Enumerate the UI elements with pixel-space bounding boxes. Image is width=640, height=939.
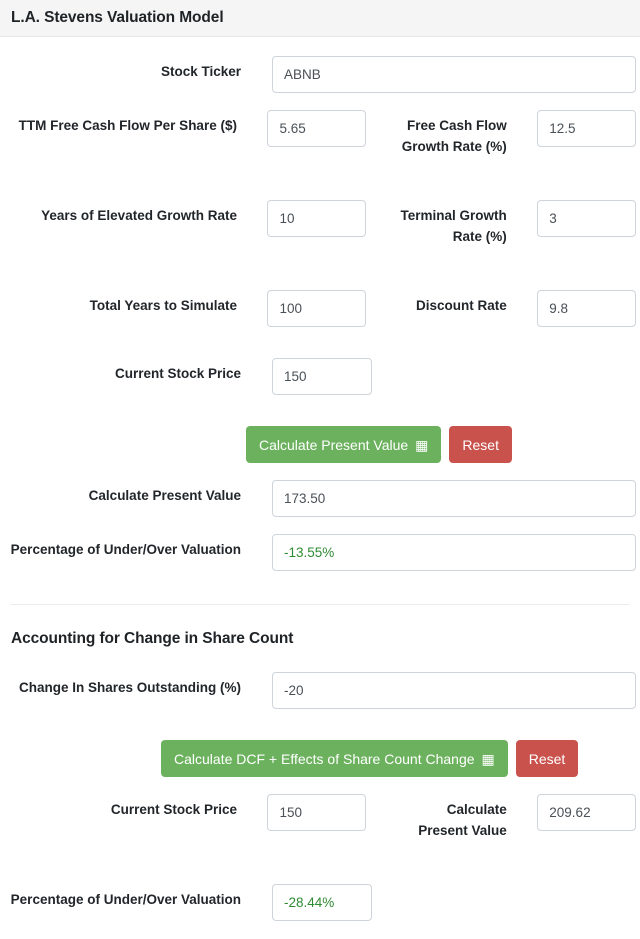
- input-terminal-growth-rate[interactable]: 3: [537, 200, 637, 237]
- card-header: L.A. Stevens Valuation Model: [0, 0, 640, 37]
- label-current-stock-price: Current Stock Price: [114, 366, 241, 381]
- input-share-count-current-stock-price[interactable]: 150: [267, 794, 367, 831]
- page-title: L.A. Stevens Valuation Model: [11, 9, 224, 26]
- input-ttm-fcf-per-share[interactable]: 5.65: [267, 110, 367, 147]
- output-share-count-percentage-valuation[interactable]: -28.44%: [272, 884, 372, 921]
- row-current-stock-price: Current Stock Price 150: [0, 358, 640, 395]
- input-years-elevated-growth[interactable]: 10: [267, 200, 367, 237]
- calculate-present-value-button[interactable]: Calculate Present Value ▦: [246, 426, 442, 463]
- label-change-in-shares-outstanding: Change In Shares Outstanding (%): [18, 680, 241, 695]
- input-stock-ticker[interactable]: ABNB: [272, 56, 636, 93]
- row-total-years: Total Years to Simulate 100 Discount Rat…: [0, 290, 640, 327]
- input-total-years-to-simulate[interactable]: 100: [267, 290, 367, 327]
- reset-button-primary[interactable]: Reset: [449, 426, 512, 463]
- row-change-in-shares: Change In Shares Outstanding (%) -20: [0, 672, 640, 709]
- primary-button-row: Calculate Present Value ▦ Reset: [0, 426, 640, 463]
- label-share-count-current-stock-price: Current Stock Price: [110, 802, 237, 817]
- label-share-count-present-value: Calculate Present Value: [418, 802, 507, 838]
- row-ttm-fcf: TTM Free Cash Flow Per Share ($) 5.65 Fr…: [0, 110, 640, 157]
- label-terminal-growth-rate: Terminal Growth Rate (%): [400, 208, 507, 244]
- calculate-present-value-button-label: Calculate Present Value: [259, 436, 409, 453]
- section-divider: [10, 604, 630, 605]
- row-result-percentage: Percentage of Under/Over Valuation -13.5…: [0, 534, 640, 571]
- reset-button-share-count[interactable]: Reset: [515, 740, 579, 777]
- calculate-dcf-share-count-button[interactable]: Calculate DCF + Effects of Share Count C…: [161, 740, 508, 777]
- input-change-in-shares-outstanding[interactable]: -20: [272, 672, 636, 709]
- row-result-present-value: Calculate Present Value 173.50: [0, 480, 640, 517]
- share-count-button-row: Calculate DCF + Effects of Share Count C…: [0, 740, 640, 777]
- input-discount-rate[interactable]: 9.8: [537, 290, 637, 327]
- valuation-model-app: L.A. Stevens Valuation Model Stock Ticke…: [0, 0, 640, 939]
- label-share-count-percentage-valuation: Percentage of Under/Over Valuation: [10, 892, 241, 907]
- label-result-percentage-valuation: Percentage of Under/Over Valuation: [10, 542, 241, 557]
- output-percentage-valuation[interactable]: -13.55%: [272, 534, 636, 571]
- abacus-icon: ▦: [481, 750, 495, 767]
- input-fcf-growth-rate[interactable]: 12.5: [537, 110, 637, 147]
- row-share-count-price-and-pv: Current Stock Price 150 Calculate Presen…: [0, 794, 640, 841]
- row-stock-ticker: Stock Ticker ABNB: [0, 56, 640, 93]
- label-years-elevated-growth: Years of Elevated Growth Rate: [41, 208, 237, 223]
- label-total-years-to-simulate: Total Years to Simulate: [89, 298, 237, 313]
- input-current-stock-price[interactable]: 150: [272, 358, 372, 395]
- section-title-share-count: Accounting for Change in Share Count: [11, 630, 294, 647]
- output-share-count-present-value[interactable]: 209.62: [537, 794, 637, 831]
- label-discount-rate: Discount Rate: [416, 298, 507, 313]
- label-ttm-fcf-per-share: TTM Free Cash Flow Per Share ($): [18, 118, 237, 133]
- output-present-value[interactable]: 173.50: [272, 480, 636, 517]
- calculate-dcf-share-count-button-label: Calculate DCF + Effects of Share Count C…: [174, 750, 475, 767]
- label-stock-ticker: Stock Ticker: [160, 64, 241, 79]
- row-elevated-growth: Years of Elevated Growth Rate 10 Termina…: [0, 200, 640, 247]
- label-fcf-growth-rate: Free Cash Flow Growth Rate (%): [401, 118, 507, 154]
- row-share-count-percentage: Percentage of Under/Over Valuation -28.4…: [0, 884, 640, 921]
- abacus-icon: ▦: [415, 436, 429, 453]
- label-result-present-value: Calculate Present Value: [88, 488, 241, 503]
